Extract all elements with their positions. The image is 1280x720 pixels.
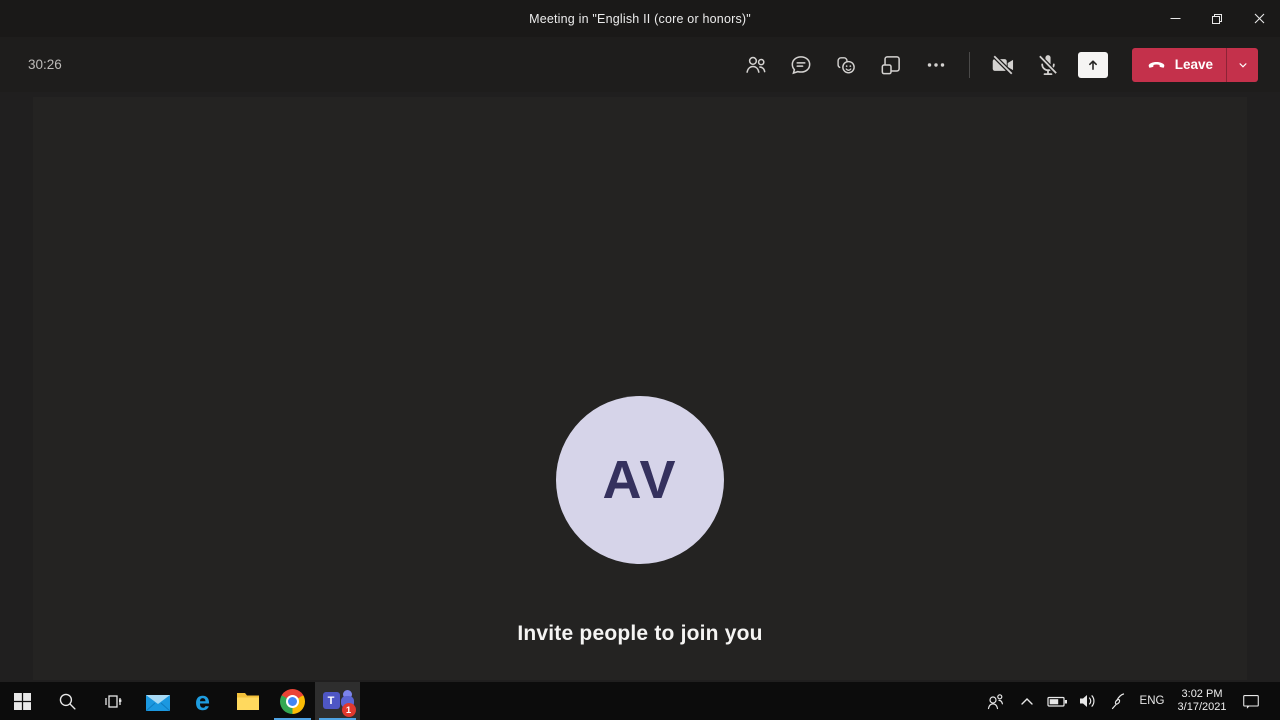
meeting-toolbar: 30:26 Leave <box>0 37 1280 92</box>
camera-off-icon <box>992 54 1013 75</box>
chevron-up-icon <box>1021 698 1033 705</box>
share-tray-icon <box>1077 51 1108 78</box>
mail-icon <box>145 694 170 711</box>
window-title: Meeting in "English II (core or honors)" <box>529 11 751 26</box>
avatar: AV <box>556 396 724 564</box>
task-view-button[interactable] <box>90 682 135 720</box>
mail-app-button[interactable] <box>135 682 180 720</box>
mic-off-button[interactable] <box>1028 45 1068 85</box>
chrome-icon <box>280 688 305 714</box>
action-center-icon <box>1243 695 1259 709</box>
people-bar-button[interactable] <box>978 682 1012 720</box>
windows-logo-icon <box>14 692 31 710</box>
system-tray: ENG 3:02 PM 3/17/2021 <box>978 682 1268 720</box>
leave-label: Leave <box>1174 57 1213 72</box>
reactions-button[interactable] <box>826 45 866 85</box>
people-icon <box>987 694 1003 710</box>
battery-icon <box>1046 696 1067 707</box>
search-icon <box>59 693 76 710</box>
volume-button[interactable] <box>1072 682 1102 720</box>
edge-browser-button[interactable]: e <box>180 682 225 720</box>
close-button[interactable] <box>1238 0 1280 37</box>
task-view-icon <box>104 694 121 708</box>
file-explorer-button[interactable] <box>225 682 270 720</box>
reactions-icon <box>837 56 855 74</box>
share-content-button[interactable] <box>1073 45 1113 85</box>
tray-time: 3:02 PM <box>1181 687 1223 700</box>
chrome-browser-button[interactable] <box>270 682 315 720</box>
restore-button[interactable] <box>1196 0 1238 37</box>
hang-up-icon <box>1148 62 1165 68</box>
avatar-initials: AV <box>602 450 678 510</box>
more-actions-button[interactable] <box>916 45 956 85</box>
battery-status-button[interactable] <box>1042 682 1072 720</box>
leave-options-button[interactable] <box>1226 47 1258 82</box>
more-actions-icon <box>927 62 944 67</box>
toolbar-divider <box>968 51 970 78</box>
teams-icon: T 1 <box>322 687 356 717</box>
restore-icon <box>1212 13 1222 24</box>
teams-meeting-window: Meeting in "English II (core or honors)"… <box>0 0 1280 720</box>
mic-off-icon <box>1038 54 1058 75</box>
show-hidden-icons-button[interactable] <box>1012 682 1042 720</box>
invite-message: Invite people to join you <box>517 622 763 645</box>
minimize-button[interactable] <box>1154 0 1196 37</box>
breakout-rooms-button[interactable] <box>871 45 911 85</box>
meeting-timer: 30:26 <box>28 57 62 72</box>
camera-off-button[interactable] <box>983 45 1023 85</box>
action-center-button[interactable] <box>1234 682 1268 720</box>
minimize-icon <box>1170 18 1180 19</box>
leave-button[interactable]: Leave <box>1132 48 1226 82</box>
video-tile <box>33 97 1247 680</box>
windows-taskbar: e T 1 ENG 3:02 PM 3/17/2021 <box>0 682 1280 720</box>
participants-button[interactable] <box>736 45 776 85</box>
close-icon <box>1254 13 1264 24</box>
window-controls <box>1154 0 1280 37</box>
participants-icon <box>746 56 766 73</box>
edge-icon: e <box>194 686 211 716</box>
clock[interactable]: 3:02 PM 3/17/2021 <box>1170 682 1234 720</box>
chat-button[interactable] <box>781 45 821 85</box>
chat-icon <box>791 55 811 74</box>
breakout-rooms-icon <box>881 55 900 74</box>
windows-ink-button[interactable] <box>1102 682 1134 720</box>
chevron-down-icon <box>1239 62 1246 68</box>
teams-app-button[interactable]: T 1 <box>315 682 360 720</box>
file-explorer-icon <box>236 692 259 710</box>
start-button[interactable] <box>0 682 45 720</box>
meeting-controls: Leave <box>736 37 1258 92</box>
volume-icon <box>1079 695 1094 707</box>
teams-notification-badge: 1 <box>341 703 356 717</box>
language-indicator[interactable]: ENG <box>1134 682 1170 720</box>
leave-split-button: Leave <box>1131 47 1258 82</box>
tray-date: 3/17/2021 <box>1177 701 1227 713</box>
meeting-stage: AV Invite people to join you <box>0 92 1280 682</box>
taskbar-search-button[interactable] <box>45 682 90 720</box>
pen-icon <box>1111 693 1125 710</box>
title-bar: Meeting in "English II (core or honors)" <box>0 0 1280 37</box>
